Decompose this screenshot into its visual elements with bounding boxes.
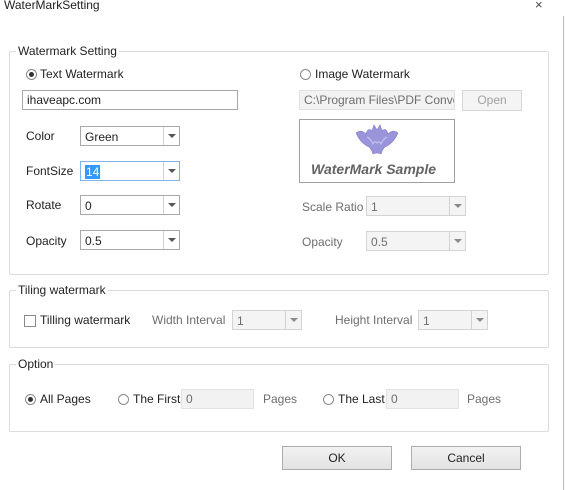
close-icon[interactable]: ×: [535, 0, 543, 12]
tiling-watermark-checkbox-label: Tilling watermark: [40, 313, 131, 327]
image-opacity-select-value: 0.5: [371, 235, 388, 249]
image-watermark-label: Image Watermark: [315, 67, 410, 81]
tiling-watermark-legend: Tiling watermark: [16, 283, 108, 297]
chevron-down-icon: [163, 127, 179, 145]
opacity-label: Opacity: [26, 234, 67, 248]
color-select[interactable]: Green: [80, 126, 180, 146]
last-pages-input[interactable]: 0: [386, 389, 459, 409]
chevron-down-icon: [163, 231, 179, 249]
rotate-select-value: 0: [85, 199, 92, 213]
width-interval-label: Width Interval: [152, 313, 226, 327]
watermark-text-input[interactable]: ihaveapc.com: [22, 90, 238, 110]
all-pages-radio[interactable]: [25, 394, 36, 405]
width-interval-select-value: 1: [237, 314, 244, 328]
opacity-select[interactable]: 0.5: [80, 230, 180, 250]
chevron-down-icon: [449, 197, 465, 215]
bat-logo-icon: [355, 124, 399, 155]
watermark-preview: WaterMark Sample: [299, 119, 455, 183]
window-title: WaterMarkSetting: [4, 0, 100, 12]
height-interval-select[interactable]: 1: [418, 310, 488, 330]
chevron-down-icon: [163, 196, 179, 214]
height-interval-select-value: 1: [423, 314, 430, 328]
watermark-setting-legend: Watermark Setting: [16, 44, 119, 58]
text-watermark-label: Text Watermark: [40, 67, 124, 81]
all-pages-label: All Pages: [40, 392, 91, 406]
chevron-down-icon: [449, 232, 465, 250]
the-last-label: The Last: [338, 392, 385, 406]
color-select-value: Green: [85, 130, 119, 144]
image-opacity-label: Opacity: [302, 235, 343, 249]
option-legend: Option: [16, 357, 56, 371]
rotate-select[interactable]: 0: [80, 195, 180, 215]
width-interval-select[interactable]: 1: [232, 310, 302, 330]
the-first-label: The First: [133, 392, 181, 406]
open-button[interactable]: Open: [462, 90, 522, 111]
color-label: Color: [26, 129, 55, 143]
image-opacity-select[interactable]: 0.5: [366, 231, 466, 251]
opacity-select-value: 0.5: [85, 234, 102, 248]
text-watermark-radio[interactable]: [26, 69, 37, 80]
height-interval-label: Height Interval: [335, 313, 413, 327]
chevron-down-icon: [285, 311, 301, 329]
the-first-radio[interactable]: [118, 394, 129, 405]
title-bar: WaterMarkSetting ×: [0, 0, 565, 16]
image-path-field[interactable]: C:\Program Files\PDF Convert: [299, 90, 455, 110]
image-watermark-radio[interactable]: [300, 69, 311, 80]
fontsize-label: FontSize: [26, 164, 74, 178]
rotate-label: Rotate: [26, 198, 62, 212]
scale-ratio-label: Scale Ratio: [302, 200, 364, 214]
cancel-button[interactable]: Cancel: [411, 446, 521, 470]
chevron-down-icon: [163, 162, 179, 180]
tiling-watermark-checkbox[interactable]: [24, 315, 36, 327]
scale-ratio-select[interactable]: 1: [366, 196, 466, 216]
chevron-down-icon: [471, 311, 487, 329]
preview-text: WaterMark Sample: [311, 161, 437, 177]
fontsize-select[interactable]: 14: [80, 161, 180, 181]
ok-button[interactable]: OK: [282, 446, 392, 470]
scale-ratio-select-value: 1: [371, 200, 378, 214]
the-last-radio[interactable]: [323, 394, 334, 405]
first-pages-input[interactable]: 0: [181, 389, 254, 409]
pages-label-first: Pages: [263, 392, 298, 406]
fontsize-select-value: 14: [85, 165, 101, 179]
pages-label-last: Pages: [467, 392, 502, 406]
